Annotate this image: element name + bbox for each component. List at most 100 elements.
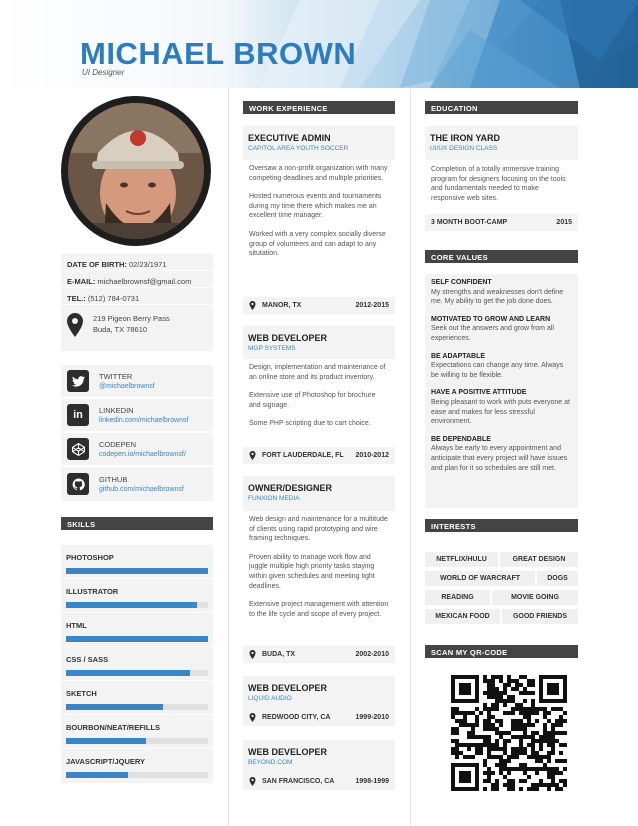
program-year: 2015 [556, 219, 572, 226]
job-desc: Worked with a very complex socially dive… [249, 230, 386, 258]
social-handle[interactable]: github.com/michaelbrownsf [99, 486, 184, 493]
skill-item: SKETCH [61, 681, 213, 715]
job-years: 2012-2015 [355, 302, 389, 309]
core-value-item: HAVE A POSITIVE ATTITUDE Being pleasant t… [425, 388, 578, 426]
job-location: BUDA, TX [262, 651, 296, 658]
skill-track [66, 602, 208, 608]
skill-fill [66, 670, 190, 676]
twitter-icon [67, 370, 89, 392]
skill-item: CSS / SASS [61, 647, 213, 681]
core-value-item: MOTIVATED TO GROW AND LEARN Seek out the … [425, 315, 578, 344]
address-line2: Buda, TX 78610 [93, 325, 148, 334]
skills-heading: SKILLS [61, 517, 213, 530]
social-item-linkedin[interactable]: in LINKEDIN linkedin.com/michaelbrownsf [61, 399, 213, 433]
social-item-github[interactable]: GITHUB github.com/michaelbrownsf [61, 467, 213, 501]
core-value-text: Expectations can change any time. Always… [431, 362, 564, 379]
job-desc: Proven ability to manage work flow and j… [249, 553, 375, 590]
location-pin-icon [249, 713, 256, 722]
skill-fill [66, 568, 208, 574]
job-years: 2002-2010 [355, 651, 389, 658]
core-value-text: Being pleasant to work with puts everyon… [431, 398, 570, 426]
tel-value[interactable]: (512) 784-0731 [88, 294, 139, 303]
job-item: WEB DEVELOPER BEYOND.COM SAN FRANCISCO, C… [243, 740, 395, 790]
core-value-item: BE ADAPTABLE Expectations can change any … [425, 352, 578, 381]
job-title: EXECUTIVE ADMIN [248, 133, 331, 143]
tel-label: TEL.: [67, 294, 86, 303]
interests-heading: INTERESTS [425, 519, 578, 532]
skill-track [66, 738, 208, 744]
skill-item: ILLUSTRATOR [61, 579, 213, 613]
job-company: BEYOND.COM [248, 759, 293, 766]
work-heading: WORK EXPERIENCE [243, 101, 395, 114]
interest-tag: DOGS [537, 571, 578, 586]
core-value-title: BE ADAPTABLE [431, 352, 486, 360]
job-company: CAPITOL AREA YOUTH SOCCER [248, 145, 349, 152]
social-name: TWITTER [99, 372, 133, 381]
education-heading: EDUCATION [425, 101, 578, 114]
interest-tag: MOVIE GOING [492, 590, 578, 605]
core-values-panel: SELF CONFIDENT My strengths and weaknesse… [425, 274, 578, 508]
education-panel: THE IRON YARD UI/UX DESIGN CLASS Completi… [425, 126, 578, 231]
github-icon [67, 473, 89, 495]
email-label: E-MAIL: [67, 277, 96, 286]
social-handle[interactable]: @michaelbrownsf [99, 383, 155, 390]
skill-name: CSS / SASS [66, 655, 109, 664]
skill-name: PHOTOSHOP [66, 553, 114, 562]
skill-track [66, 568, 208, 574]
job-company: FUNXION MEDIA [248, 495, 300, 502]
location-pin-icon [249, 777, 256, 786]
skill-track [66, 636, 208, 642]
interest-tag: GOOD FRIENDS [502, 609, 578, 624]
skill-fill [66, 704, 163, 710]
skill-track [66, 772, 208, 778]
skill-item: JAVASCRIPT/JQUERY [61, 749, 213, 783]
job-company: MGP SYSTEMS [248, 345, 296, 352]
dob-value: 02/23/1971 [128, 260, 167, 269]
qr-code[interactable] [451, 675, 567, 791]
core-value-item: SELF CONFIDENT My strengths and weaknesse… [425, 278, 578, 307]
linkedin-icon: in [67, 404, 89, 426]
job-location: SAN FRANCISCO, CA [262, 778, 335, 785]
social-name: CODEPEN [99, 440, 137, 449]
job-location: REDWOOD CITY, CA [262, 714, 331, 721]
job-desc: Design, implementation and maintenance o… [249, 364, 386, 381]
interest-tag: WORLD OF WARCRAFT [425, 571, 535, 586]
core-value-text: Always be early to every appointment and… [431, 445, 568, 472]
skill-fill [66, 636, 208, 642]
email-value[interactable]: michaelbrownsf@gmail.com [97, 277, 191, 286]
core-value-title: SELF CONFIDENT [431, 279, 492, 286]
person-name: MICHAEL BROWN [80, 36, 357, 71]
job-title: WEB DEVELOPER [248, 683, 328, 693]
location-pin-icon [249, 301, 256, 310]
social-item-codepen[interactable]: CODEPEN codepen.io/michaelbrownsf/ [61, 433, 213, 467]
job-company: LIQUID AUDIO [248, 695, 292, 702]
column-divider [228, 88, 229, 826]
skill-fill [66, 738, 146, 744]
skill-item: BOURBON/NEAT/REFILLS [61, 715, 213, 749]
job-desc: Hosted numerous events and tournaments d… [249, 193, 382, 220]
job-years: 1998-1999 [355, 778, 389, 785]
interest-tag: NETFLIX/HULU [425, 552, 498, 567]
core-value-text: My strengths and weaknesses don't define… [431, 288, 564, 306]
job-location: FORT LAUDERDALE, FL [262, 452, 344, 459]
social-item-twitter[interactable]: TWITTER @michaelbrownsf [61, 365, 213, 399]
job-desc: Some PHP scripting due to cart choice. [249, 420, 371, 428]
core-value-title: HAVE A POSITIVE ATTITUDE [431, 389, 527, 397]
address-line1: 219 Pigeon Berry Pass [93, 314, 170, 323]
core-values-heading: CORE VALUES [425, 250, 578, 263]
social-handle[interactable]: codepen.io/michaelbrownsf/ [99, 451, 186, 458]
core-value-text: Seek out the answers and grow from all e… [431, 325, 554, 342]
job-desc: Oversaw a non-profit organization with m… [249, 165, 388, 182]
program-name: UI/UX DESIGN CLASS [430, 145, 498, 152]
social-name: LINKEDIN [99, 406, 134, 415]
social-handle[interactable]: linkedin.com/michaelbrownsf [99, 417, 188, 424]
program-type: 3 MONTH BOOT-CAMP [431, 219, 508, 226]
skill-name: ILLUSTRATOR [66, 587, 119, 596]
skill-track [66, 704, 208, 710]
skill-name: SKETCH [66, 689, 97, 698]
skill-name: JAVASCRIPT/JQUERY [66, 757, 146, 766]
job-title: WEB DEVELOPER [248, 333, 328, 343]
job-years: 2010-2012 [355, 452, 389, 459]
job-desc: Extensive use of Photoshop for brochure … [249, 392, 376, 409]
skills-panel: PHOTOSHOP ILLUSTRATOR HTML CSS / SASS SK… [61, 545, 213, 783]
